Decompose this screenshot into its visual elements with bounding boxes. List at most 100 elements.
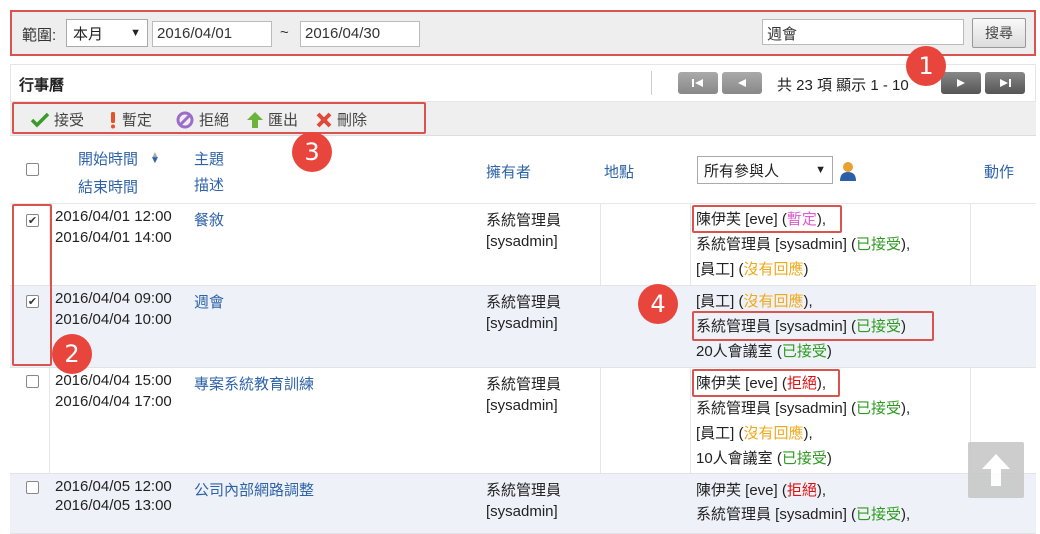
participant-tail: ), <box>803 293 813 310</box>
annotation-badge-2: 2 <box>52 334 92 374</box>
row-checkbox[interactable] <box>26 481 39 494</box>
participant: [員工] (沒有回應), <box>696 291 813 312</box>
first-page-icon <box>692 79 703 87</box>
next-page-icon <box>957 79 965 87</box>
participant-tail: ) <box>803 261 809 278</box>
end-time-header[interactable]: 結束時間 <box>78 176 138 197</box>
participant-name: 10人會議室 ( <box>696 450 782 467</box>
participant-status: 沒有回應 <box>743 261 804 278</box>
participant: 20人會議室 (已接受) <box>696 341 832 362</box>
prev-page-icon <box>738 79 746 87</box>
event-subject[interactable]: 週會 <box>194 292 224 313</box>
search-bar: 範圍: 本月 ▼ 2016/04/01 ~ 2016/04/30 週會 搜尋 <box>10 10 1036 56</box>
participant-tail: ), <box>816 482 827 499</box>
participant-highlight <box>692 369 840 397</box>
range-select-value: 本月 <box>73 25 104 43</box>
participant-status: 已接受 <box>856 400 902 417</box>
participant-name: 系統管理員 [sysadmin] ( <box>696 400 857 417</box>
participant-status: 已接受 <box>856 236 902 253</box>
subject-header[interactable]: 主題 <box>194 148 224 169</box>
prev-page-button[interactable] <box>722 72 762 94</box>
participant-status: 拒絕 <box>786 482 817 499</box>
participant: [員工] (沒有回應), <box>696 423 813 444</box>
participant: 10人會議室 (已接受) <box>696 448 832 469</box>
participant-status: 已接受 <box>781 450 827 467</box>
end-time: 2016/04/01 14:00 <box>55 229 172 246</box>
participant-status: 已接受 <box>856 506 902 523</box>
actions-header: 動作 <box>984 164 1015 181</box>
participant: [員工] (沒有回應) <box>696 259 809 280</box>
next-page-button[interactable] <box>941 72 981 94</box>
owner-name: 系統管理員 <box>486 212 562 229</box>
participant-tail: ), <box>803 425 813 442</box>
chevron-down-icon: ▼ <box>130 27 141 39</box>
owner-name: 系統管理員 <box>486 294 562 311</box>
page-title: 行事曆 <box>19 77 65 94</box>
date-from-input[interactable]: 2016/04/01 <box>152 21 272 47</box>
owner-account: [sysadmin] <box>486 315 558 332</box>
participant-name: [員工] ( <box>696 261 744 278</box>
last-page-button[interactable] <box>985 72 1025 94</box>
participant-name: [員工] ( <box>696 293 744 310</box>
annotation-badge-1: 1 <box>906 46 946 86</box>
participant: 系統管理員 [sysadmin] (已接受), <box>696 398 910 419</box>
participant-name: 陳伊芙 [eve] ( <box>696 482 787 499</box>
event-subject[interactable]: 公司內部網路調整 <box>194 480 314 501</box>
calendar-header: 行事曆 共 23 項 顯示 1 - 10 <box>10 64 1036 102</box>
search-button[interactable]: 搜尋 <box>972 18 1026 48</box>
first-page-button[interactable] <box>678 72 718 94</box>
event-subject[interactable]: 餐敘 <box>194 210 224 231</box>
table-row[interactable]: 2016/04/04 15:00 2016/04/04 17:00 專案系統教育… <box>10 368 1036 474</box>
participants-filter-select[interactable]: 所有參與人 ▼ <box>697 156 833 184</box>
owner-name: 系統管理員 <box>486 376 562 393</box>
participant-name: 20人會議室 ( <box>696 343 782 360</box>
sort-icon[interactable]: ▲ ▼ <box>150 150 160 172</box>
owner-account: [sysadmin] <box>486 503 558 520</box>
select-all-checkbox[interactable] <box>26 163 39 176</box>
owner-account: [sysadmin] <box>486 397 558 414</box>
owner-header[interactable]: 擁有者 <box>486 161 531 182</box>
start-time: 2016/04/05 12:00 <box>55 478 172 495</box>
participant: 系統管理員 [sysadmin] (已接受), <box>696 504 910 525</box>
keyword-input[interactable]: 週會 <box>762 19 964 45</box>
owner-account: [sysadmin] <box>486 233 558 250</box>
last-page-icon <box>1000 79 1011 87</box>
person-icon[interactable] <box>839 160 857 182</box>
participant-tail: ) <box>826 343 832 360</box>
start-time: 2016/04/01 12:00 <box>55 208 172 225</box>
scroll-to-top-button[interactable] <box>968 442 1024 498</box>
event-subject[interactable]: 專案系統教育訓練 <box>194 374 314 395</box>
participant-name: 系統管理員 [sysadmin] ( <box>696 236 857 253</box>
participant-status: 沒有回應 <box>743 293 804 310</box>
participant-tail: ), <box>901 506 911 523</box>
participant-status: 已接受 <box>781 343 827 360</box>
date-to-input[interactable]: 2016/04/30 <box>300 21 420 47</box>
description-header[interactable]: 描述 <box>194 174 224 195</box>
participant-tail: ), <box>901 400 911 417</box>
location-header[interactable]: 地點 <box>604 161 634 182</box>
range-select[interactable]: 本月 ▼ <box>66 19 148 47</box>
divider <box>651 71 652 95</box>
end-time: 2016/04/05 13:00 <box>55 497 172 514</box>
chevron-down-icon: ▼ <box>815 164 826 176</box>
start-time: 2016/04/04 09:00 <box>55 290 172 307</box>
range-label: 範圍: <box>22 27 57 44</box>
end-time: 2016/04/04 10:00 <box>55 311 172 328</box>
row-checkbox[interactable] <box>26 375 39 388</box>
participant: 系統管理員 [sysadmin] (已接受), <box>696 234 910 255</box>
arrow-up-icon <box>982 454 1010 486</box>
checkbox-highlight <box>12 204 52 366</box>
start-time-header[interactable]: 開始時間 <box>78 148 138 169</box>
participant-highlight <box>692 311 934 341</box>
table-row[interactable]: ✔ 2016/04/01 12:00 2016/04/01 14:00 餐敘 系… <box>10 204 1036 286</box>
participant-name: 系統管理員 [sysadmin] ( <box>696 506 857 523</box>
participant-tail: ) <box>826 450 832 467</box>
end-time: 2016/04/04 17:00 <box>55 393 172 410</box>
participants-filter-value: 所有參與人 <box>704 162 780 180</box>
participant: 陳伊芙 [eve] (拒絕), <box>696 480 826 501</box>
pager-status: 共 23 項 顯示 1 - 10 <box>777 77 909 94</box>
table-row[interactable]: 2016/04/05 12:00 2016/04/05 13:00 公司內部網路… <box>10 474 1036 534</box>
date-range-separator: ~ <box>280 24 289 41</box>
annotation-badge-3: 3 <box>292 132 332 172</box>
table-header: 開始時間 ▲ ▼ 結束時間 主題 描述 擁有者 地點 所有參與人 ▼ 動作 <box>10 136 1036 204</box>
